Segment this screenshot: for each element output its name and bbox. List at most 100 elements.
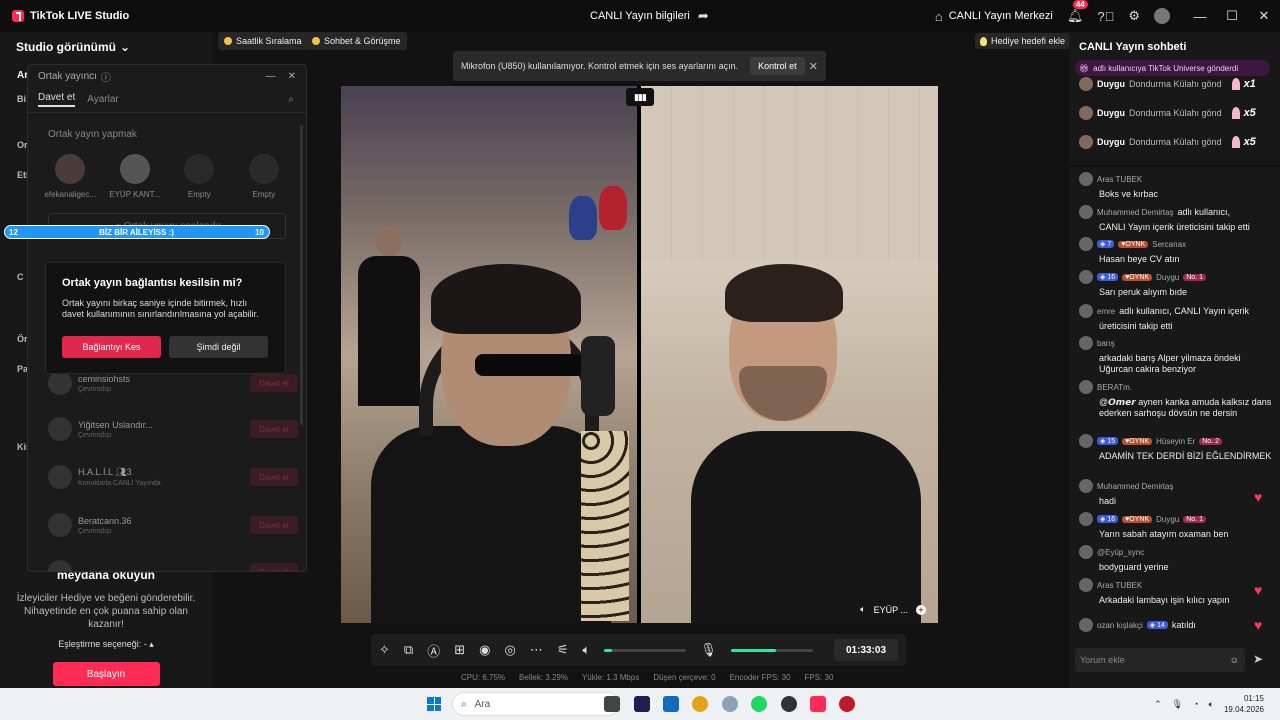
live-info-button[interactable]: CANLI Yayın bilgileri ➦ (590, 0, 709, 32)
invite-button[interactable]: Davet et (250, 468, 298, 486)
search-icon[interactable]: ⌕ (288, 94, 294, 105)
list-name: Beratcann.36 (78, 515, 132, 526)
chat-user[interactable]: Muhammed Demirtaş (1097, 482, 1173, 491)
profile-avatar[interactable] (1154, 8, 1170, 24)
chat-user[interactable]: barış (1097, 339, 1115, 348)
taskbar-search[interactable]: ⌕ Ara (452, 692, 620, 716)
chat-meet-chip[interactable]: Sohbet & Görüşme (306, 32, 407, 50)
chat-user[interactable]: @Eyüp_sync (1097, 548, 1144, 557)
tiktok-studio-icon[interactable] (810, 696, 826, 712)
minimize-button[interactable]: — (1184, 9, 1216, 24)
not-now-button[interactable]: Şimdi değil (169, 336, 268, 358)
chat-user[interactable]: BERATm. (1097, 383, 1132, 392)
audio-settings-icon[interactable]: ⚟ (557, 642, 569, 658)
mic-slider[interactable] (730, 648, 813, 652)
scrollbar[interactable] (300, 125, 303, 425)
plus-icon[interactable]: + (916, 604, 926, 615)
volume-icon[interactable]: 🔈︎ (582, 642, 590, 658)
divider (1069, 165, 1280, 167)
chat-user[interactable]: Hüseyin Er (1156, 437, 1195, 446)
settings-button[interactable]: ⚙ (1128, 8, 1140, 24)
chat-inline-text: adlı kullanıcı, CANLI Yayın içerik (1119, 306, 1249, 316)
level-value: 16 (1107, 516, 1116, 523)
emoji-icon[interactable]: ☺ (1230, 655, 1239, 665)
chat-user[interactable]: ozan kışlakçi (1097, 621, 1143, 630)
chat-user[interactable]: Sercanax (1152, 240, 1186, 249)
check-button[interactable]: Kontrol et (750, 57, 805, 75)
dropped-frames-stat: Düşen çerçeve: 0 (653, 673, 716, 682)
close-panel-icon[interactable]: ✕ (288, 71, 296, 82)
camera-icon[interactable]: ◎ (504, 642, 515, 658)
gift-message: Duygu Dondurma Külahı gönd x5 (1079, 104, 1256, 122)
hourly-ranking-chip[interactable]: Saatlik Sıralama (218, 32, 308, 50)
info-icon[interactable]: ⓘ (101, 69, 111, 84)
control-bar: ✧ ⧉ Ⓐ ⊞ ◉ ◎ ⋯ ⚟ 🔈︎ 🎙︎ 01:33:03 (371, 634, 906, 666)
close-window-button[interactable]: ✕ (1248, 8, 1280, 24)
notifications-button[interactable]: 🔔︎ 44 (1067, 0, 1088, 24)
minimize-panel-icon[interactable]: — (266, 71, 276, 82)
more-icon[interactable]: ⋯ (530, 642, 543, 658)
chat-meet-label: Sohbet & Görüşme (324, 36, 401, 46)
gift-text: Dondurma Külahı gönd (1129, 79, 1222, 89)
add-source-icon[interactable]: ⊞ (454, 642, 465, 658)
invite-button[interactable]: Davet et (250, 516, 298, 534)
chat-user[interactable]: Duygu (1156, 515, 1179, 524)
after-effects-icon[interactable] (634, 696, 650, 712)
maximize-button[interactable]: ☐ (1216, 8, 1248, 24)
windows-start-icon[interactable] (427, 697, 441, 711)
studio-view-dropdown[interactable]: Studio görünümü ⌄ (16, 40, 130, 54)
spotify-icon[interactable] (751, 696, 767, 712)
layout-indicator-icon[interactable]: ▮▮▮ (626, 88, 654, 106)
help-button[interactable]: ?⃝ (1097, 9, 1114, 24)
media-app-icon[interactable] (839, 696, 855, 712)
invite-button[interactable]: Davet et (250, 563, 298, 571)
volume-tray-icon[interactable]: 🔈︎ (1209, 699, 1214, 710)
tab-invite[interactable]: Davet et (38, 92, 76, 107)
speaker-icon[interactable]: 🔈︎ (860, 604, 865, 615)
app-icon[interactable] (781, 696, 797, 712)
settings-app-icon[interactable] (722, 696, 738, 712)
microphone-icon[interactable]: 🎙︎ (700, 642, 717, 658)
chat-user[interactable]: emre (1097, 307, 1115, 316)
comment-input[interactable]: Yorum ekle ☺ (1075, 648, 1245, 672)
magic-wand-icon[interactable]: ✧ (379, 642, 390, 658)
mic-warning-toast: Mikrofon (U850) kullanılamıyor. Kontrol … (453, 51, 826, 81)
disconnect-button[interactable]: Bağlantıyı Kes (62, 336, 161, 358)
network-icon[interactable]: ◔ (1193, 699, 1198, 709)
start-button[interactable]: Başlayın (52, 662, 160, 686)
clock[interactable]: 01:15 19.04.2026 (1224, 693, 1264, 715)
dialog-description: Ortak yayını birkaç saniye içinde bitirm… (62, 298, 259, 319)
task-view-icon[interactable] (604, 696, 620, 712)
cohost-slot[interactable]: EYÜP KANT... (107, 154, 164, 199)
chat-message: ◈ 16 ♥OYNK Duygu No. 1 Yarın sabah atayım o… (1079, 512, 1274, 540)
invite-button[interactable]: Davet et (250, 420, 298, 438)
chrome-icon[interactable] (692, 696, 708, 712)
outlook-icon[interactable] (663, 696, 679, 712)
tab-settings[interactable]: Ayarlar (87, 94, 119, 105)
pairing-option[interactable]: Eşleştirme seçeneği: - ▴ (0, 639, 212, 650)
gift-text: Dondurma Külahı gönd (1129, 108, 1222, 118)
chat-user[interactable]: Aras TUBEK (1097, 581, 1142, 590)
send-icon[interactable]: ➤ (1253, 652, 1263, 666)
volume-slider[interactable] (604, 648, 687, 652)
close-icon[interactable]: ✕ (809, 60, 818, 73)
gift-goal-chip[interactable]: Hediye hedefi ekle (975, 33, 1071, 49)
chat-user[interactable]: Aras TUBEK (1097, 175, 1142, 184)
invite-button[interactable]: Davet et (250, 374, 298, 392)
chevron-up-icon[interactable]: ⌃ (1154, 699, 1162, 710)
level-value: 14 (1157, 622, 1165, 629)
left-label: Ör (17, 334, 28, 344)
microphone-tray-icon[interactable]: 🎙︎ (1172, 699, 1183, 710)
chat-user[interactable]: Duygu (1156, 273, 1179, 282)
cohost-slot[interactable]: Empty (171, 154, 228, 199)
chat-user[interactable]: Muhammed Demirtaş (1097, 208, 1173, 217)
boxing-gloves (569, 186, 637, 256)
cohost-slot[interactable]: Empty (236, 154, 293, 199)
cohost-slot[interactable]: efekanaligec... (42, 154, 99, 199)
screen-share-icon[interactable]: ⧉ (404, 642, 413, 658)
record-icon[interactable]: ◉ (479, 642, 490, 658)
ai-icon[interactable]: Ⓐ (427, 641, 440, 660)
mic-fill (730, 648, 776, 652)
live-video-preview[interactable]: 🔈︎ EYÜP ... + ▮▮▮ (341, 86, 938, 623)
live-center-button[interactable]: ⌂ CANLI Yayın Merkezi (935, 9, 1053, 24)
